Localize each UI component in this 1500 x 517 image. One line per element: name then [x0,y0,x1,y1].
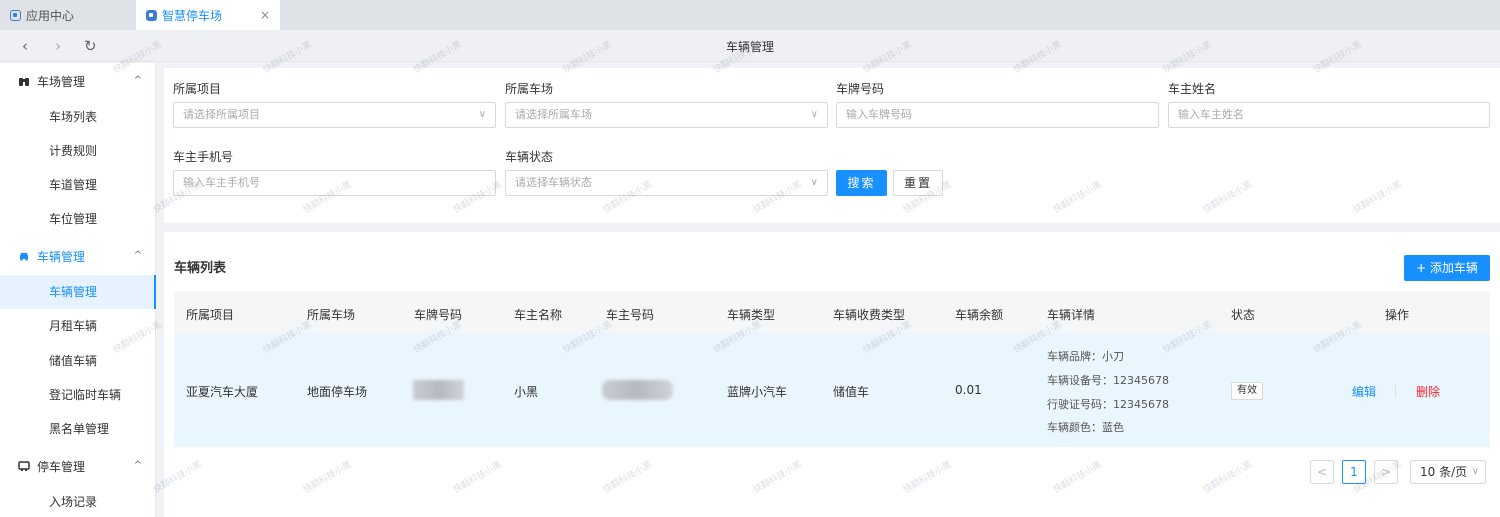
search-button[interactable]: 搜索 [836,170,887,196]
cell-vehicle-type: 蓝牌小汽车 [727,385,788,399]
project-label: 所属项目 [173,82,222,96]
cell-fee-type: 储值车 [833,385,870,399]
sidebar-item-entry-records[interactable]: 入场记录 [0,485,156,517]
page-number-button[interactable]: 1 [1342,460,1366,484]
cell-owner-phone-blurred [602,380,673,400]
reset-button[interactable]: 重置 [893,170,943,196]
edit-link[interactable]: 编辑 [1352,383,1376,400]
chevron-up-icon: ^ [133,460,142,471]
column-header: 车牌号码 [414,308,463,322]
owner-name-label: 车主姓名 [1168,82,1217,96]
detail-license-number: 行驶证号码：12345678 [1047,398,1169,411]
app-icon [10,9,21,21]
nav-bar: ‹ › ↻ 车辆管理 [0,30,1500,62]
detail-device-number: 车辆设备号：12345678 [1047,374,1169,387]
chevron-up-icon: ^ [133,75,142,86]
chevron-up-icon: ^ [133,250,142,261]
column-header: 状态 [1231,308,1256,322]
binoculars-icon [19,78,29,86]
chevron-down-icon: ∨ [810,109,818,120]
app-icon [146,9,157,21]
detail-color: 车辆颜色：蓝色 [1047,421,1124,434]
list-title: 车辆列表 [174,261,227,276]
table-header [174,291,1490,333]
next-page-button[interactable]: > [1374,460,1398,484]
sidebar-group-label: 车场管理 [37,74,86,89]
close-icon[interactable]: × [260,8,270,22]
column-header: 车辆收费类型 [833,308,906,322]
sidebar-item-vehicle-management[interactable]: 车辆管理 [0,275,156,309]
sidebar-item-lot-list[interactable]: 车场列表 [0,100,156,134]
column-header: 车辆类型 [727,308,776,322]
column-header: 车主名称 [514,308,563,322]
plate-input[interactable]: 输入车牌号码 [836,102,1159,128]
sidebar-item-space-management[interactable]: 车位管理 [0,202,156,236]
tab-app-center[interactable]: 应用中心 [10,0,130,30]
column-header: 操作 [1385,308,1410,322]
action-divider [1395,385,1396,397]
cell-owner-name: 小黑 [514,385,539,399]
sidebar-item-monthly-vehicles[interactable]: 月租车辆 [0,309,156,343]
column-header: 车辆余额 [955,308,1004,322]
owner-phone-input[interactable]: 输入车主手机号 [173,170,496,196]
sidebar-item-blacklist[interactable]: 黑名单管理 [0,412,156,446]
tab-label: 智慧停车场 [162,8,223,23]
detail-brand: 车辆品牌：小刀 [1047,350,1124,363]
sidebar-item-lane-management[interactable]: 车道管理 [0,168,156,202]
status-select[interactable]: 请选择车辆状态 ∨ [505,170,828,196]
chevron-down-icon: ∨ [478,109,486,120]
status-label: 车辆状态 [505,150,554,164]
page-title: 车辆管理 [725,40,774,54]
page-size-select[interactable]: 10 条/页 ∨ [1410,460,1486,484]
sidebar-item-temporary-vehicles[interactable]: 登记临时车辆 [0,378,156,412]
sidebar-group-label: 停车管理 [37,459,86,474]
column-header: 车辆详情 [1047,308,1096,322]
cell-lot: 地面停车场 [307,385,368,399]
owner-name-input[interactable]: 输入车主姓名 [1168,102,1490,128]
sidebar-group-lot-management[interactable]: 车场管理 ^ [0,64,156,98]
column-header: 所属车场 [307,308,356,322]
tab-bar: 应用中心 智慧停车场 × [0,0,1500,30]
status-badge: 有效 [1231,382,1263,400]
lot-select[interactable]: 请选择所属车场 ∨ [505,102,828,128]
owner-phone-label: 车主手机号 [173,150,234,164]
lot-label: 所属车场 [505,82,554,96]
cell-project: 亚夏汽车大厦 [186,385,259,399]
delete-link[interactable]: 删除 [1416,383,1440,400]
cell-plate-blurred [413,380,464,400]
sidebar-group-parking-management[interactable]: 停车管理 ^ [0,449,156,483]
sidebar-item-prepaid-vehicles[interactable]: 储值车辆 [0,344,156,378]
sidebar-group-label: 车辆管理 [37,249,86,264]
sidebar-group-vehicle-management[interactable]: 车辆管理 ^ [0,239,156,273]
chevron-down-icon: ∨ [1471,466,1479,477]
tab-smart-parking[interactable]: 智慧停车场 × [136,0,280,30]
tab-label: 应用中心 [26,8,75,23]
parking-icon [18,461,30,471]
car-icon [20,253,28,261]
filter-panel [164,68,1500,223]
prev-page-button[interactable]: < [1310,460,1334,484]
project-select[interactable]: 请选择所属项目 ∨ [173,102,496,128]
chevron-down-icon: ∨ [810,177,818,188]
sidebar-item-billing-rules[interactable]: 计费规则 [0,134,156,168]
cell-balance: 0.01 [955,383,982,397]
table-row [174,333,1490,447]
plate-label: 车牌号码 [836,82,885,96]
column-header: 车主号码 [606,308,655,322]
add-vehicle-button[interactable]: + 添加车辆 [1404,255,1490,281]
column-header: 所属项目 [186,308,235,322]
